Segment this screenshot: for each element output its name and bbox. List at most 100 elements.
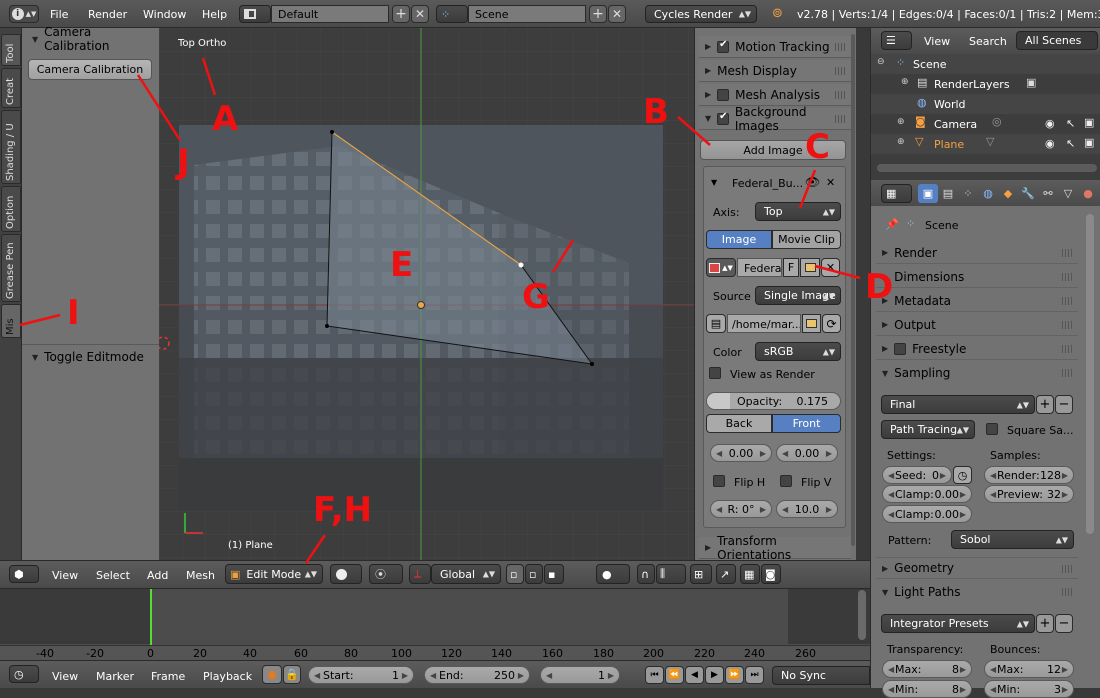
browse-file-button[interactable] — [802, 314, 821, 333]
add-integrator-preset-button[interactable]: + — [1036, 614, 1054, 633]
scene-tab-icon[interactable]: ⁘ — [958, 184, 978, 203]
source-dropdown[interactable]: Single Image ▲▼ — [755, 286, 841, 305]
transform-orientations-panel-header[interactable]: ▶ Transform Orientations — [699, 534, 851, 562]
image-name-field[interactable]: Federa — [737, 258, 782, 277]
renderability-camera-icon[interactable]: ▣ — [1084, 116, 1094, 129]
drag-handle-icon[interactable] — [1062, 297, 1072, 305]
properties-scrollbar[interactable] — [1086, 214, 1094, 534]
eye-visibility-icon[interactable]: 👁 — [805, 175, 820, 189]
seed-field[interactable]: ◀ Seed: 0 ▶ — [882, 466, 952, 484]
visibility-eye-icon[interactable]: ◉ — [1045, 137, 1055, 150]
collapse-icon[interactable]: ⊖ — [877, 57, 885, 67]
jump-to-keyframe-forward-button[interactable]: ⏩ — [725, 666, 744, 684]
remove-layout-button[interactable]: ✕ — [411, 5, 429, 23]
toggle-editmode-panel-header[interactable]: ▼ Toggle Editmode — [22, 346, 159, 368]
remove-preset-button[interactable]: − — [1055, 395, 1073, 414]
render-samples-field[interactable]: ◀ Render: 128 ▶ — [984, 466, 1074, 484]
flip-h-checkbox[interactable] — [713, 475, 725, 487]
camera-calibration-panel-header[interactable]: ▼ Camera Calibration — [22, 25, 159, 53]
scene-field[interactable]: Scene — [468, 5, 586, 23]
image-browse-button[interactable]: ▲▼ — [706, 258, 736, 277]
flip-v-checkbox[interactable] — [780, 475, 792, 487]
clamp-indirect-field[interactable]: ◀ Clamp: 0.00 ▶ — [882, 505, 972, 523]
snap-toggle-button[interactable]: ∩ — [637, 564, 655, 584]
preview-samples-field[interactable]: ◀ Preview: 32 ▶ — [984, 485, 1074, 503]
bounces-max-field[interactable]: ◀ Max: 12 ▶ — [984, 660, 1074, 678]
drag-handle-icon[interactable] — [1062, 565, 1072, 573]
jump-to-start-button[interactable]: ⏮ — [645, 666, 664, 684]
add-layout-button[interactable]: + — [392, 5, 410, 23]
lock-range-button[interactable]: 🔒 — [283, 665, 301, 684]
tab-options[interactable]: Option — [1, 186, 21, 232]
object-tab-icon[interactable]: ◆ — [998, 184, 1018, 203]
fake-user-button[interactable]: F — [783, 258, 799, 277]
drag-handle-icon[interactable] — [1062, 273, 1072, 281]
timeline-menu-marker[interactable]: Marker — [96, 670, 134, 683]
jump-to-end-button[interactable]: ⏭ — [745, 666, 764, 684]
edge-select-button[interactable]: ▫ — [525, 564, 543, 584]
bg-image-expand-icon[interactable]: ▼ — [711, 178, 717, 187]
bounces-min-field[interactable]: ◀ Min: 3 ▶ — [984, 680, 1074, 698]
vertex[interactable] — [325, 324, 329, 328]
add-scene-button[interactable]: + — [589, 5, 607, 23]
start-frame-field[interactable]: ◀ Start: 1 ▶ — [308, 666, 414, 684]
proportional-edit-dropdown[interactable]: ● — [596, 564, 630, 584]
timeline-menu-playback[interactable]: Playback — [203, 670, 252, 683]
filepath-icon-button[interactable]: ▤ — [706, 314, 726, 333]
vertex-select-button[interactable]: ▫ — [506, 564, 524, 584]
opengl-animation-button[interactable]: ▦ — [740, 564, 760, 584]
axis-dropdown[interactable]: Top ▲▼ — [755, 202, 841, 221]
tab-create[interactable]: Creat — [1, 68, 21, 108]
current-frame-field[interactable]: ◀ 1 ▶ — [540, 666, 620, 684]
drag-handle-icon[interactable] — [1062, 321, 1072, 329]
modifiers-tab-icon[interactable]: 🔧 — [1018, 184, 1038, 203]
render-layers-tab-icon[interactable]: ▤ — [938, 184, 958, 203]
tab-misc[interactable]: Mis — [1, 304, 21, 338]
editor-type-timeline-button[interactable]: ◷ — [9, 665, 39, 683]
motion-tracking-checkbox[interactable] — [717, 39, 730, 53]
sync-mode-dropdown[interactable]: No Sync — [772, 666, 870, 685]
timeline-menu-view[interactable]: View — [52, 670, 78, 683]
pattern-dropdown[interactable]: Sobol ▲▼ — [951, 530, 1074, 549]
world-tab-icon[interactable]: ◍ — [978, 184, 998, 203]
menu-help[interactable]: Help — [202, 8, 227, 21]
mode-dropdown[interactable]: ▣ Edit Mode ▲▼ — [225, 564, 323, 584]
dimensions-panel-header[interactable]: ▶ Dimensions — [876, 266, 1078, 288]
transform-manipulator-button[interactable]: ⟂ — [409, 564, 431, 584]
offset-y-field[interactable]: ◀ 0.00 ▶ — [776, 444, 838, 462]
snap-target-dropdown[interactable]: ⊞ — [690, 564, 712, 584]
editor-type-properties-button[interactable]: ▦ — [881, 184, 912, 203]
menu-window[interactable]: Window — [143, 8, 186, 21]
current-frame-indicator[interactable] — [150, 589, 152, 645]
freestyle-panel-header[interactable]: ▶ Freestyle — [876, 338, 1078, 360]
drag-handle-icon[interactable] — [835, 43, 845, 51]
add-preset-button[interactable]: + — [1036, 395, 1054, 414]
filepath-field[interactable]: /home/mar... — [727, 314, 801, 333]
viewport-3d[interactable]: Top Ortho (1) Plane — [159, 28, 694, 560]
menu-select[interactable]: Select — [96, 569, 130, 582]
reload-image-button[interactable]: ⟳ — [822, 314, 841, 333]
color-space-dropdown[interactable]: sRGB ▲▼ — [755, 342, 841, 361]
vertex[interactable] — [330, 130, 334, 134]
end-frame-field[interactable]: ◀ End: 250 ▶ — [424, 666, 530, 684]
snap-element-dropdown[interactable]: ⫼ — [656, 564, 686, 584]
mesh-analysis-panel-header[interactable]: ▶ Mesh Analysis — [699, 84, 851, 106]
front-button[interactable]: Front — [772, 414, 841, 433]
tab-image-source[interactable]: Image — [706, 230, 772, 249]
rotation-field[interactable]: ◀ R: 0° ▶ — [710, 500, 772, 518]
expand-icon[interactable]: ⊕ — [897, 117, 905, 127]
viewport-shading-dropdown[interactable] — [330, 564, 362, 584]
animated-seed-button[interactable]: ◷ — [953, 466, 972, 484]
freestyle-checkbox[interactable] — [894, 342, 907, 355]
background-images-checkbox[interactable] — [717, 111, 729, 125]
tab-grease-pencil[interactable]: Grease Pen — [1, 234, 21, 302]
visibility-eye-icon[interactable]: ◉ — [1045, 117, 1055, 130]
camera-view-button[interactable]: ◙ — [761, 564, 781, 584]
expand-icon[interactable]: ⊕ — [897, 137, 905, 147]
motion-tracking-panel-header[interactable]: ▶ Motion Tracking — [699, 36, 851, 58]
menu-mesh[interactable]: Mesh — [186, 569, 215, 582]
menu-view[interactable]: View — [52, 569, 78, 582]
transparency-max-field[interactable]: ◀ Max: 8 ▶ — [882, 660, 972, 678]
geometry-panel-header[interactable]: ▶ Geometry — [876, 557, 1078, 579]
open-image-button[interactable] — [800, 258, 820, 277]
